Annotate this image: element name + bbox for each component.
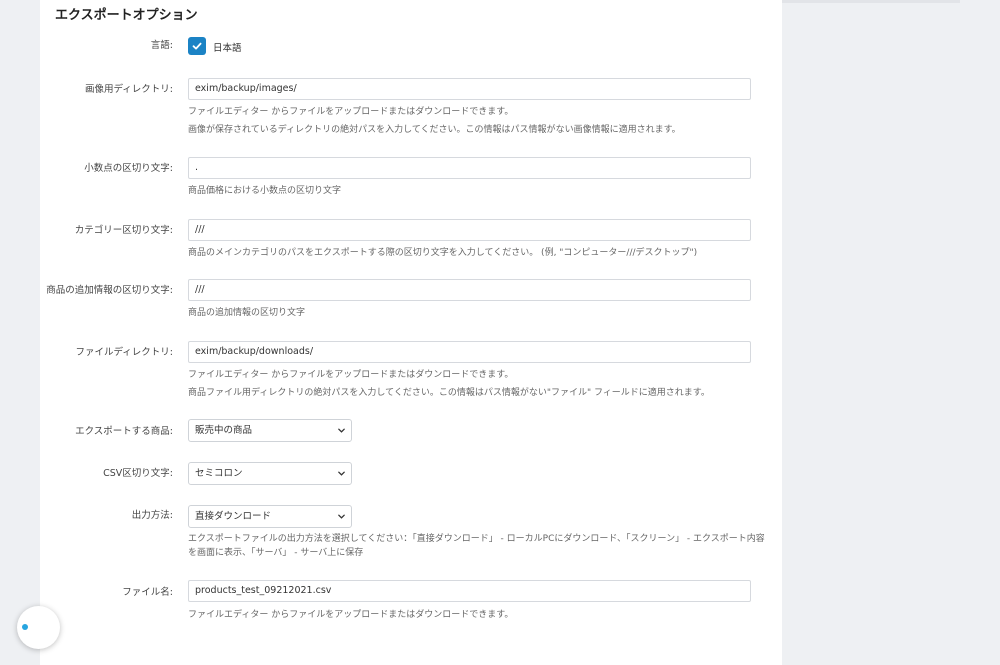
- export-products-value: 販売中の商品: [195, 425, 253, 436]
- section-title: エクスポートオプション: [55, 8, 198, 23]
- chat-widget-button[interactable]: [17, 606, 60, 649]
- category-delimiter-label: カテゴリー区切り文字:: [74, 225, 173, 236]
- output-method-value: 直接ダウンロード: [195, 511, 272, 522]
- features-delimiter-label: 商品の追加情報の区切り文字:: [46, 285, 173, 296]
- decimal-separator-input[interactable]: .: [188, 157, 751, 179]
- filename-label: ファイル名:: [122, 587, 173, 598]
- category-delimiter-help: 商品のメインカテゴリのパスをエクスポートする際の区切り文字を入力してください。 …: [188, 248, 698, 258]
- files-dir-help-2: 商品ファイル用ディレクトリの絶対パスを入力してください。この情報はパス情報がない…: [188, 388, 710, 398]
- csv-delimiter-select[interactable]: セミコロン: [188, 462, 352, 485]
- export-options-panel: エクスポートオプション 言語: 日本語 画像用ディレクトリ: exim/back…: [40, 0, 782, 665]
- chevron-down-icon: [338, 428, 345, 433]
- chevron-down-icon: [338, 471, 345, 476]
- files-dir-label: ファイルディレクトリ:: [75, 347, 173, 358]
- export-products-label: エクスポートする商品:: [75, 426, 173, 437]
- output-method-label: 出力方法:: [131, 510, 173, 521]
- export-products-select[interactable]: 販売中の商品: [188, 419, 352, 442]
- decimal-separator-label: 小数点の区切り文字:: [84, 163, 173, 174]
- language-label: 言語:: [150, 40, 173, 51]
- files-dir-input[interactable]: exim/backup/downloads/: [188, 341, 751, 363]
- language-checkbox[interactable]: [188, 37, 206, 55]
- images-dir-label: 画像用ディレクトリ:: [84, 84, 173, 95]
- category-delimiter-input[interactable]: ///: [188, 219, 751, 241]
- images-dir-help-2: 画像が保存されているディレクトリの絶対パスを入力してください。この情報はパス情報…: [188, 125, 681, 135]
- language-option-label: 日本語: [213, 43, 242, 54]
- filename-input[interactable]: products_test_09212021.csv: [188, 580, 751, 602]
- csv-delimiter-value: セミコロン: [195, 468, 243, 479]
- output-method-help: エクスポートファイルの出力方法を選択してください：「直接ダウンロード」 - ロー…: [188, 534, 765, 558]
- files-dir-help-1: ファイルエディター からファイルをアップロードまたはダウンロードできます。: [188, 370, 514, 380]
- checkmark-icon: [192, 42, 202, 50]
- csv-delimiter-label: CSV区切り文字:: [103, 468, 173, 479]
- chevron-down-icon: [338, 514, 345, 519]
- output-method-select[interactable]: 直接ダウンロード: [188, 505, 352, 528]
- top-divider: [780, 0, 960, 3]
- images-dir-help-1: ファイルエディター からファイルをアップロードまたはダウンロードできます。: [188, 107, 514, 117]
- images-dir-input[interactable]: exim/backup/images/: [188, 78, 751, 100]
- features-delimiter-help: 商品の追加情報の区切り文字: [188, 308, 306, 318]
- decimal-separator-help: 商品価格における小数点の区切り文字: [188, 186, 342, 196]
- chat-widget-icon: [22, 624, 28, 630]
- features-delimiter-input[interactable]: ///: [188, 279, 751, 301]
- filename-help: ファイルエディター からファイルをアップロードまたはダウンロードできます。: [188, 610, 514, 620]
